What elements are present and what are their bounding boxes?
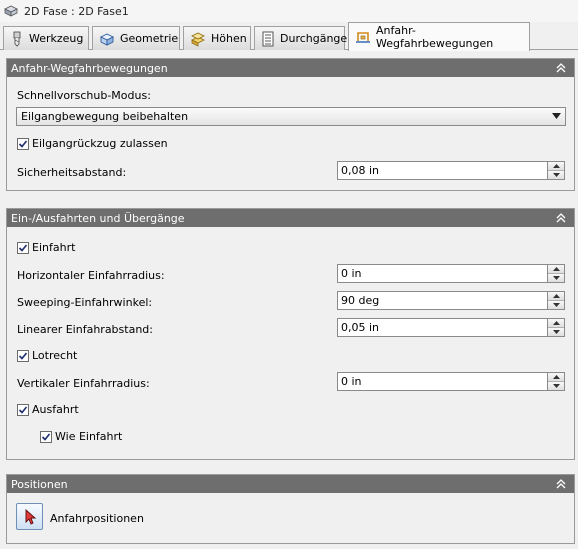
select-value: Eilgangbewegung beibehalten [21, 110, 189, 123]
vertical-radius-input[interactable] [337, 372, 548, 391]
tab-hoehen[interactable]: Höhen [183, 26, 251, 50]
safe-distance-input[interactable] [337, 161, 548, 180]
tool-icon [13, 31, 21, 47]
checkbox-box [17, 403, 29, 416]
linear-distance-input[interactable] [337, 318, 548, 337]
spin-down-button[interactable] [548, 327, 564, 336]
sweep-angle-input[interactable] [337, 291, 548, 310]
lead-out-checkbox[interactable]: Ausfahrt [17, 403, 79, 416]
safe-distance-label: Sicherheitsabstand: [17, 166, 127, 179]
panel-title: Anfahr-Wegfahrbewegungen [11, 61, 168, 75]
tab-bar: Werkzeug Geometrie Höhen Durchgänge Anfa… [0, 22, 578, 51]
rapid-mode-label: Schnellvorschub-Modus: [17, 89, 151, 102]
panel-header: Positionen [7, 475, 574, 493]
panel-title: Positionen [11, 477, 68, 491]
checkbox-label: Ausfahrt [32, 403, 79, 416]
horizontal-radius-label: Horizontaler Einfahrradius: [17, 269, 165, 282]
panel-header: Anfahr-Wegfahrbewegungen [7, 59, 574, 77]
checkbox-box [40, 430, 52, 443]
tab-label: Höhen [211, 32, 247, 45]
window-title: 2D Fase : 2D Fase1 [24, 4, 129, 18]
tab-geometrie[interactable]: Geometrie [92, 26, 180, 50]
checkmark-icon [18, 405, 28, 414]
passes-icon [262, 31, 274, 46]
window-titlebar: 2D Fase : 2D Fase1 [0, 0, 578, 22]
linear-distance-label: Linearer Einfahrabstand: [17, 323, 153, 336]
spin-up-button[interactable] [548, 292, 564, 300]
collapse-icon[interactable] [554, 61, 568, 75]
checkbox-box [17, 349, 29, 362]
perpendicular-checkbox[interactable]: Lotrecht [17, 349, 77, 362]
tab-werkzeug[interactable]: Werkzeug [3, 26, 89, 50]
same-as-lead-in-checkbox[interactable]: Wie Einfahrt [40, 430, 122, 443]
linear-distance-spinner [337, 318, 565, 337]
lead-in-checkbox[interactable]: Einfahrt [17, 241, 75, 254]
rapid-mode-select[interactable]: Eilgangbewegung beibehalten [16, 107, 566, 126]
heights-icon [191, 32, 205, 47]
linking-icon [356, 32, 370, 43]
chevron-down-icon [552, 113, 561, 119]
geometry-icon [99, 32, 115, 46]
checkbox-label: Eilgangrückzug zulassen [32, 137, 168, 150]
checkbox-label: Lotrecht [32, 349, 78, 362]
vertical-radius-label: Vertikaler Einfahrradius: [17, 377, 150, 390]
checkbox-label: Einfahrt [32, 241, 76, 254]
approach-positions-label: Anfahrpositionen [50, 512, 144, 525]
collapse-icon[interactable] [554, 477, 568, 491]
checkmark-icon [18, 243, 28, 252]
tab-label: Durchgänge [280, 32, 348, 45]
checkbox-label: Wie Einfahrt [55, 430, 123, 443]
spin-up-button[interactable] [548, 319, 564, 327]
safe-distance-spinner [337, 161, 565, 180]
spin-up-button[interactable] [548, 373, 564, 381]
tab-anfahr-wegfahrbewegungen[interactable]: Anfahr-Wegfahrbewegungen [348, 22, 530, 51]
tab-label: Geometrie [120, 32, 179, 45]
spin-down-button[interactable] [548, 300, 564, 309]
horizontal-radius-spinner [337, 264, 565, 283]
2d-chamfer-icon [4, 5, 18, 17]
spin-down-button[interactable] [548, 381, 564, 390]
tab-label: Werkzeug [29, 32, 84, 45]
panel-positions: Positionen Anfahrpositionen [6, 474, 575, 544]
vertical-radius-spinner [337, 372, 565, 391]
panel-leads-transitions: Ein-/Ausfahrten und Übergänge Einfahrt H… [6, 208, 575, 460]
panel-title: Ein-/Ausfahrten und Übergänge [11, 211, 185, 225]
checkbox-box [17, 241, 29, 254]
tab-label: Anfahr-Wegfahrbewegungen [376, 24, 494, 50]
collapse-icon[interactable] [554, 211, 568, 225]
checkmark-icon [41, 432, 51, 441]
checkbox-box [17, 137, 29, 150]
spin-down-button[interactable] [548, 273, 564, 282]
horizontal-radius-input[interactable] [337, 264, 548, 283]
allow-rapid-retract-checkbox[interactable]: Eilgangrückzug zulassen [17, 137, 168, 150]
spin-up-button[interactable] [548, 162, 564, 170]
checkmark-icon [18, 351, 28, 360]
pointer-icon [25, 508, 36, 525]
approach-positions-button[interactable] [16, 503, 43, 530]
checkmark-icon [18, 139, 28, 148]
spin-up-button[interactable] [548, 265, 564, 273]
sweep-angle-spinner [337, 291, 565, 310]
spin-down-button[interactable] [548, 170, 564, 179]
panel-approach-moves: Anfahr-Wegfahrbewegungen Schnellvorschub… [6, 58, 575, 191]
panel-header: Ein-/Ausfahrten und Übergänge [7, 209, 574, 227]
sweep-angle-label: Sweeping-Einfahrwinkel: [17, 296, 153, 309]
tab-durchgaenge[interactable]: Durchgänge [254, 26, 348, 50]
